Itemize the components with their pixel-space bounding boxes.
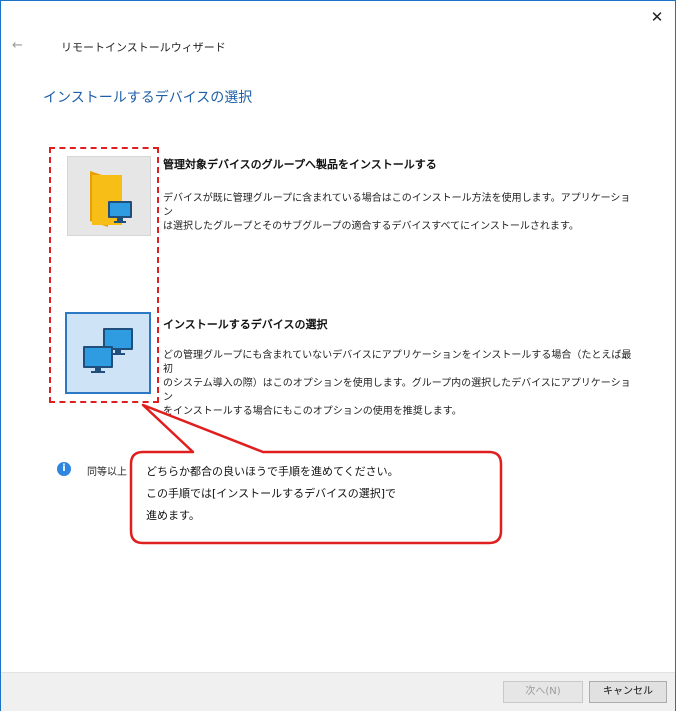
cancel-button[interactable]: キャンセル <box>589 681 667 703</box>
option-group-description: デバイスが既に管理グループに含まれている場合はこのインストール方法を使用します。… <box>163 192 633 234</box>
info-icon: i <box>57 462 71 476</box>
back-arrow-icon[interactable]: ← <box>12 38 23 53</box>
select-devices-option-button[interactable] <box>65 312 151 394</box>
callout-line: どちらか都合の良いほうで手順を進めてください。 <box>146 465 399 478</box>
folder-computer-icon <box>90 171 132 227</box>
callout-text: どちらか都合の良いほうで手順を進めてください。 この手順では[インストールするデ… <box>146 461 501 527</box>
wizard-window: ✕ ← リモートインストールウィザード インストールするデバイスの選択 管理対象… <box>0 0 676 711</box>
close-icon[interactable]: ✕ <box>647 7 667 27</box>
info-text: 同等以上 <box>87 467 127 478</box>
multiple-computers-icon <box>83 328 133 373</box>
option-group-heading: 管理対象デバイスのグループへ製品をインストールする <box>163 158 437 171</box>
description-line: のシステム導入の際）はこのオプションを使用します。グループ内の選択したデバイスに… <box>163 378 631 403</box>
install-to-group-option-button[interactable] <box>67 156 151 236</box>
next-button[interactable]: 次へ(N) <box>503 681 583 703</box>
description-line: は選択したグループとそのサブグループの適合するデバイスすべてにインストールされま… <box>163 221 579 232</box>
option-devices-heading: インストールするデバイスの選択 <box>163 318 328 331</box>
wizard-title: リモートインストールウィザード <box>61 41 226 54</box>
callout-line: この手順では[インストールするデバイスの選択]で <box>146 487 397 500</box>
page-title: インストールするデバイスの選択 <box>43 90 253 106</box>
option-devices-description: どの管理グループにも含まれていないデバイスにアプリケーションをインストールする場… <box>163 349 633 419</box>
description-line: デバイスが既に管理グループに含まれている場合はこのインストール方法を使用します。… <box>163 193 631 218</box>
footer-bar: 次へ(N) キャンセル <box>1 672 675 711</box>
description-line: どの管理グループにも含まれていないデバイスにアプリケーションをインストールする場… <box>163 350 632 375</box>
callout-line: 進めます。 <box>146 509 200 522</box>
description-line: をインストールする場合にもこのオプションの使用を推奨します。 <box>163 406 462 417</box>
